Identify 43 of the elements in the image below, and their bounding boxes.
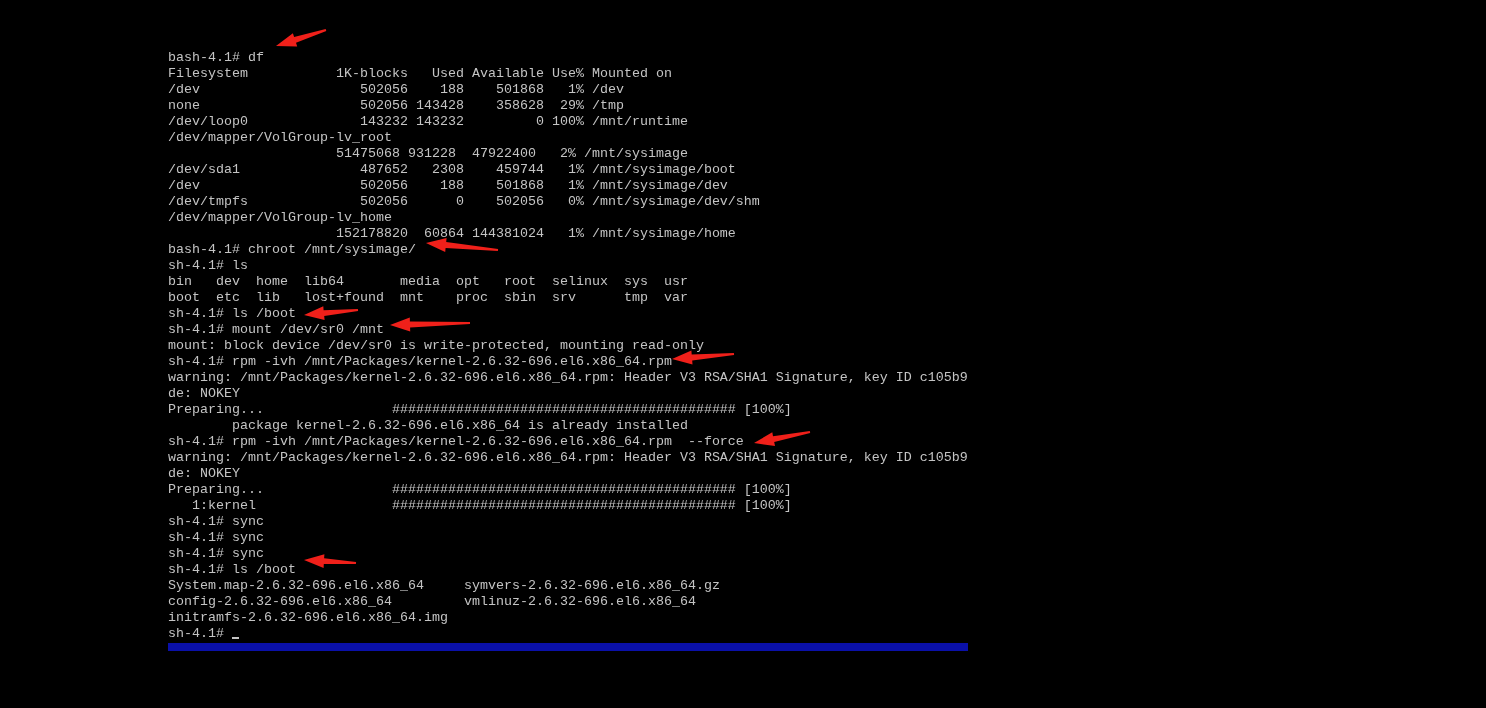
terminal-line: 1:kernel ########################################### [100%] — [191, 498, 792, 514]
terminal-line: warning: /mnt/Packages/kernel-2.6.32-696.el6.x86_64.rpm: Header V3 RSA/SHA1 Signature, key ID c105b9 — [168, 450, 968, 466]
terminal-line: sh-4.1# sync — [168, 546, 264, 562]
terminal-line: /dev/sda1 487652 2308 459744 1% /mnt/sysimage/boot — [168, 162, 736, 178]
terminal-line: de: NOKEY — [168, 386, 240, 402]
annotation-arrow — [276, 29, 327, 47]
annotation-arrow — [304, 554, 357, 569]
shell-prompt: sh-4.1# — [168, 626, 225, 642]
text-cursor — [232, 637, 239, 639]
terminal-line: sh-4.1# ls — [168, 258, 248, 274]
terminal-line: 152178820 60864 144381024 1% /mnt/sysimage/home — [334, 226, 736, 242]
terminal-line: sh-4.1# ls /boot — [168, 306, 296, 322]
terminal-line: de: NOKEY — [168, 466, 240, 482]
annotation-arrow — [672, 350, 735, 365]
terminal-line: Preparing... ########################################### [100%] — [168, 402, 792, 418]
annotation-arrow — [304, 306, 359, 321]
terminal-line: Filesystem 1K-blocks Used Available Use% Mounted on — [168, 66, 672, 82]
terminal-line: package kernel-2.6.32-696.el6.x86_64 is already installed — [231, 418, 688, 434]
terminal-line: config-2.6.32-696.el6.x86_64 vmlinuz-2.6.32-696.el6.x86_64 — [168, 594, 696, 610]
annotation-arrow — [754, 431, 811, 446]
terminal-line: /dev 502056 188 501868 1% /mnt/sysimage/dev — [168, 178, 728, 194]
terminal-line: /dev/loop0 143232 143232 0 100% /mnt/runtime — [168, 114, 688, 130]
terminal-line: System.map-2.6.32-696.el6.x86_64 symvers-2.6.32-696.el6.x86_64.gz — [168, 578, 720, 594]
terminal-line: 51475068 931228 47922400 2% /mnt/sysimage — [334, 146, 688, 162]
terminal-line: bash-4.1# df — [168, 50, 264, 66]
terminal-line: initramfs-2.6.32-696.el6.x86_64.img — [168, 610, 448, 626]
terminal-line: /dev/mapper/VolGroup-lv_root — [168, 130, 392, 146]
terminal-line: sh-4.1# mount /dev/sr0 /mnt — [168, 322, 384, 338]
terminal-line: /dev/mapper/VolGroup-lv_home — [168, 210, 392, 226]
terminal-line: sh-4.1# rpm -ivh /mnt/Packages/kernel-2.6.32-696.el6.x86_64.rpm — [168, 354, 672, 370]
terminal-line: bash-4.1# chroot /mnt/sysimage/ — [168, 242, 416, 258]
terminal-line: /dev 502056 188 501868 1% /dev — [168, 82, 624, 98]
terminal-line: /dev/tmpfs 502056 0 502056 0% /mnt/sysimage/dev/shm — [168, 194, 760, 210]
terminal-line: warning: /mnt/Packages/kernel-2.6.32-696.el6.x86_64.rpm: Header V3 RSA/SHA1 Signature, key ID c105b9 — [168, 370, 968, 386]
terminal-line: sh-4.1# sync — [168, 514, 264, 530]
terminal-line: Preparing... ########################################### [100%] — [168, 482, 792, 498]
terminal-line: sh-4.1# ls /boot — [168, 562, 296, 578]
terminal-line: bin dev home lib64 media opt root selinux sys usr — [168, 274, 688, 290]
terminal-line: sh-4.1# sync — [168, 530, 264, 546]
terminal-line: sh-4.1# rpm -ivh /mnt/Packages/kernel-2.6.32-696.el6.x86_64.rpm --force — [168, 434, 744, 450]
terminal-line: mount: block device /dev/sr0 is write-protected, mounting read-only — [168, 338, 704, 354]
terminal-line: none 502056 143428 358628 29% /tmp — [168, 98, 624, 114]
terminal-line: boot etc lib lost+found mnt proc sbin srv tmp var — [168, 290, 688, 306]
